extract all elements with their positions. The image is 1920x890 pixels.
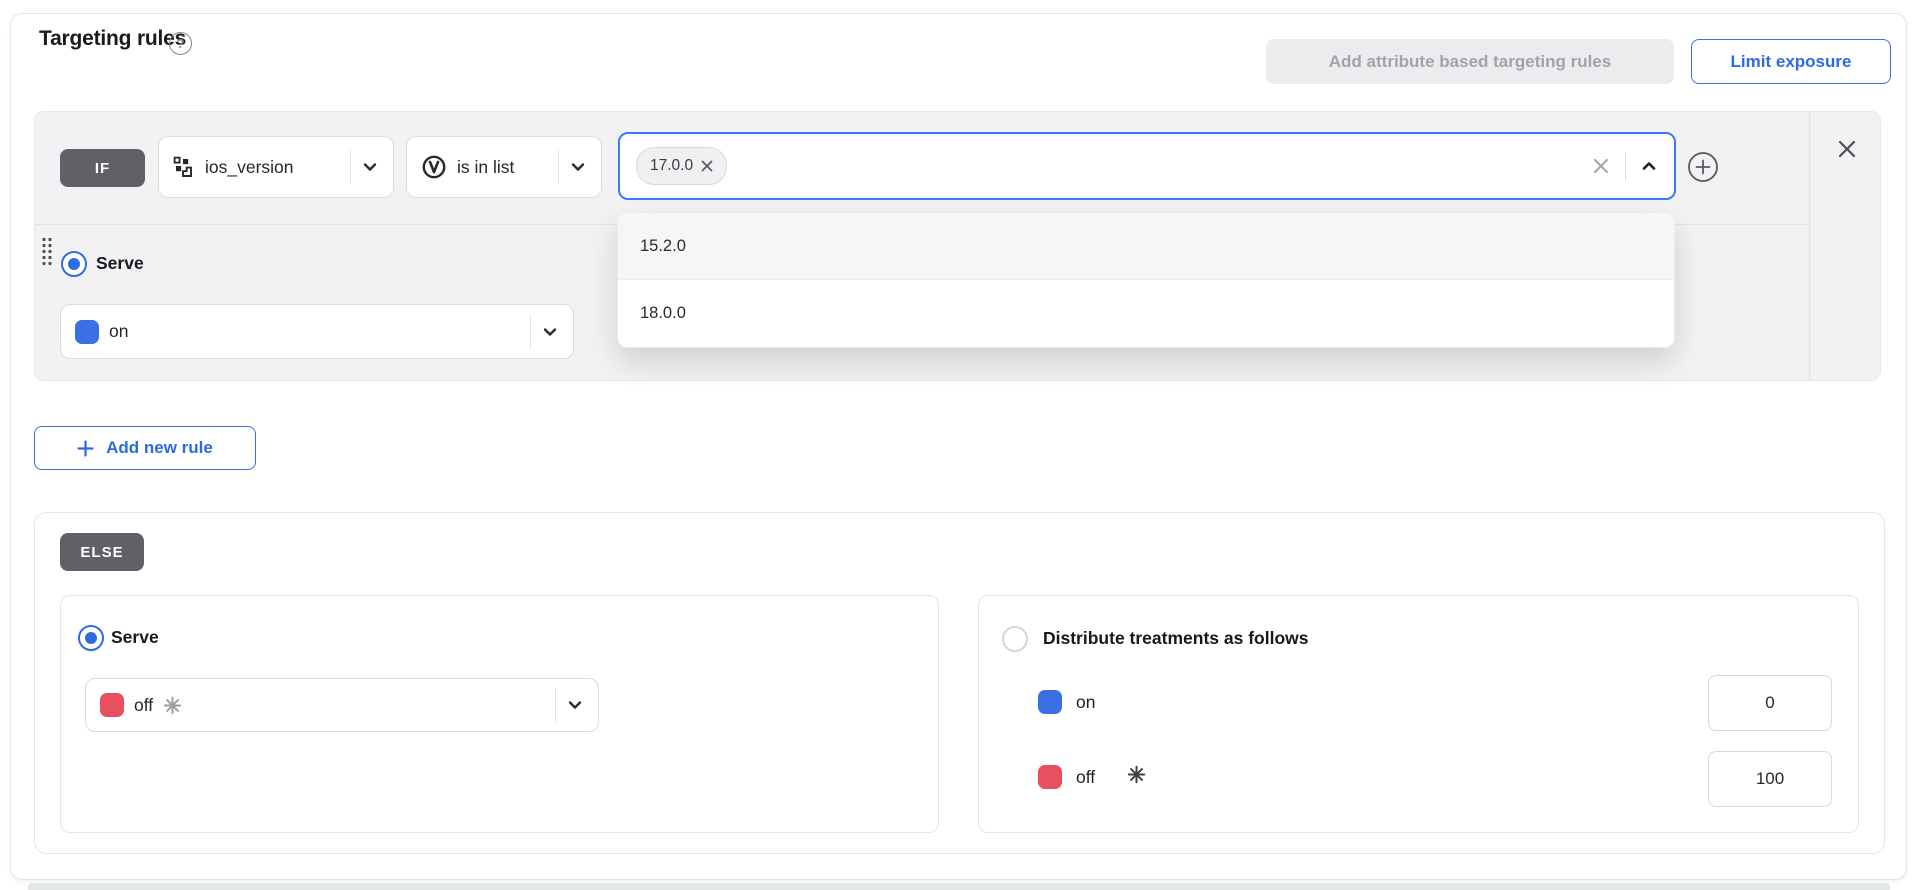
- clear-values-button[interactable]: [1591, 156, 1611, 176]
- default-rule-card: ELSE Serve off: [34, 512, 1885, 854]
- chip-remove-icon[interactable]: [701, 160, 713, 172]
- targeting-rules-screen: Targeting rules Add attribute based targ…: [0, 0, 1920, 890]
- default-treatment-asterisk-icon: [1127, 765, 1146, 784]
- dropdown-option[interactable]: 15.2.0: [618, 213, 1674, 280]
- serve-label: Serve: [96, 253, 144, 274]
- add-new-rule-button[interactable]: Add new rule: [34, 426, 256, 470]
- treatment-off-swatch: [1038, 765, 1062, 789]
- remove-rule-button[interactable]: [1834, 136, 1860, 162]
- distribute-treatments-card: Distribute treatments as follows on off: [978, 595, 1859, 833]
- attribute-select[interactable]: ios_version: [158, 136, 394, 198]
- chevron-down-icon: [361, 158, 379, 176]
- plus-icon: [77, 440, 94, 457]
- distribute-on-label: on: [1076, 692, 1095, 713]
- add-attribute-rules-button[interactable]: Add attribute based targeting rules: [1266, 39, 1674, 84]
- attribute-icon: [173, 156, 195, 178]
- help-icon[interactable]: [169, 32, 192, 55]
- select-divider: [530, 315, 531, 349]
- page-title: Targeting rules: [39, 27, 186, 51]
- serve-radio[interactable]: [61, 251, 87, 277]
- collapse-dropdown-button[interactable]: [1640, 157, 1658, 175]
- treatment-on-swatch: [1038, 690, 1062, 714]
- serve-treatment-value: on: [109, 321, 128, 342]
- matcher-select-value: is in list: [457, 157, 514, 178]
- matcher-select[interactable]: is in list: [406, 136, 602, 198]
- next-section-edge: [28, 883, 1890, 890]
- chevron-down-icon: [569, 158, 587, 176]
- default-treatment-asterisk-icon: [163, 696, 182, 715]
- default-treatment-select[interactable]: off: [85, 678, 599, 732]
- chevron-up-icon: [1640, 157, 1658, 175]
- limit-exposure-button[interactable]: Limit exposure: [1691, 39, 1891, 84]
- select-divider: [555, 688, 556, 722]
- value-chip-label: 17.0.0: [650, 157, 693, 175]
- drag-handle[interactable]: [40, 236, 54, 268]
- add-condition-button[interactable]: [1687, 151, 1719, 183]
- add-new-rule-label: Add new rule: [106, 438, 213, 458]
- input-divider: [1625, 152, 1626, 180]
- drag-dots-icon: [40, 236, 54, 268]
- default-serve-label: Serve: [111, 627, 159, 648]
- attribute-select-value: ios_version: [205, 157, 294, 178]
- distribute-off-label: off: [1076, 767, 1095, 788]
- treatment-off-swatch: [100, 693, 124, 717]
- if-badge: IF: [60, 149, 145, 187]
- chevron-down-icon: [566, 696, 584, 714]
- close-icon: [1835, 137, 1859, 161]
- select-divider: [558, 150, 559, 184]
- treatment-on-swatch: [75, 320, 99, 344]
- else-badge: ELSE: [60, 533, 144, 571]
- value-chip: 17.0.0: [636, 147, 727, 185]
- percent-input-off[interactable]: [1708, 751, 1832, 807]
- default-serve-card: Serve off: [60, 595, 939, 833]
- rule-right-divider: [1809, 112, 1810, 380]
- distribute-label: Distribute treatments as follows: [1043, 628, 1308, 649]
- clear-icon: [1591, 156, 1611, 176]
- select-divider: [350, 150, 351, 184]
- targeting-rules-panel: Targeting rules Add attribute based targ…: [10, 13, 1907, 880]
- chevron-down-icon: [541, 323, 559, 341]
- default-treatment-value: off: [134, 695, 153, 716]
- dropdown-option[interactable]: 18.0.0: [618, 280, 1674, 347]
- version-matcher-icon: [421, 154, 447, 180]
- serve-treatment-select[interactable]: on: [60, 304, 574, 359]
- default-serve-radio[interactable]: [78, 625, 104, 651]
- distribute-radio[interactable]: [1002, 626, 1028, 652]
- values-multiselect-input[interactable]: 17.0.0: [618, 132, 1676, 200]
- values-dropdown: 15.2.0 18.0.0: [617, 212, 1675, 348]
- percent-input-on[interactable]: [1708, 675, 1832, 731]
- plus-circle-icon: [1687, 151, 1719, 183]
